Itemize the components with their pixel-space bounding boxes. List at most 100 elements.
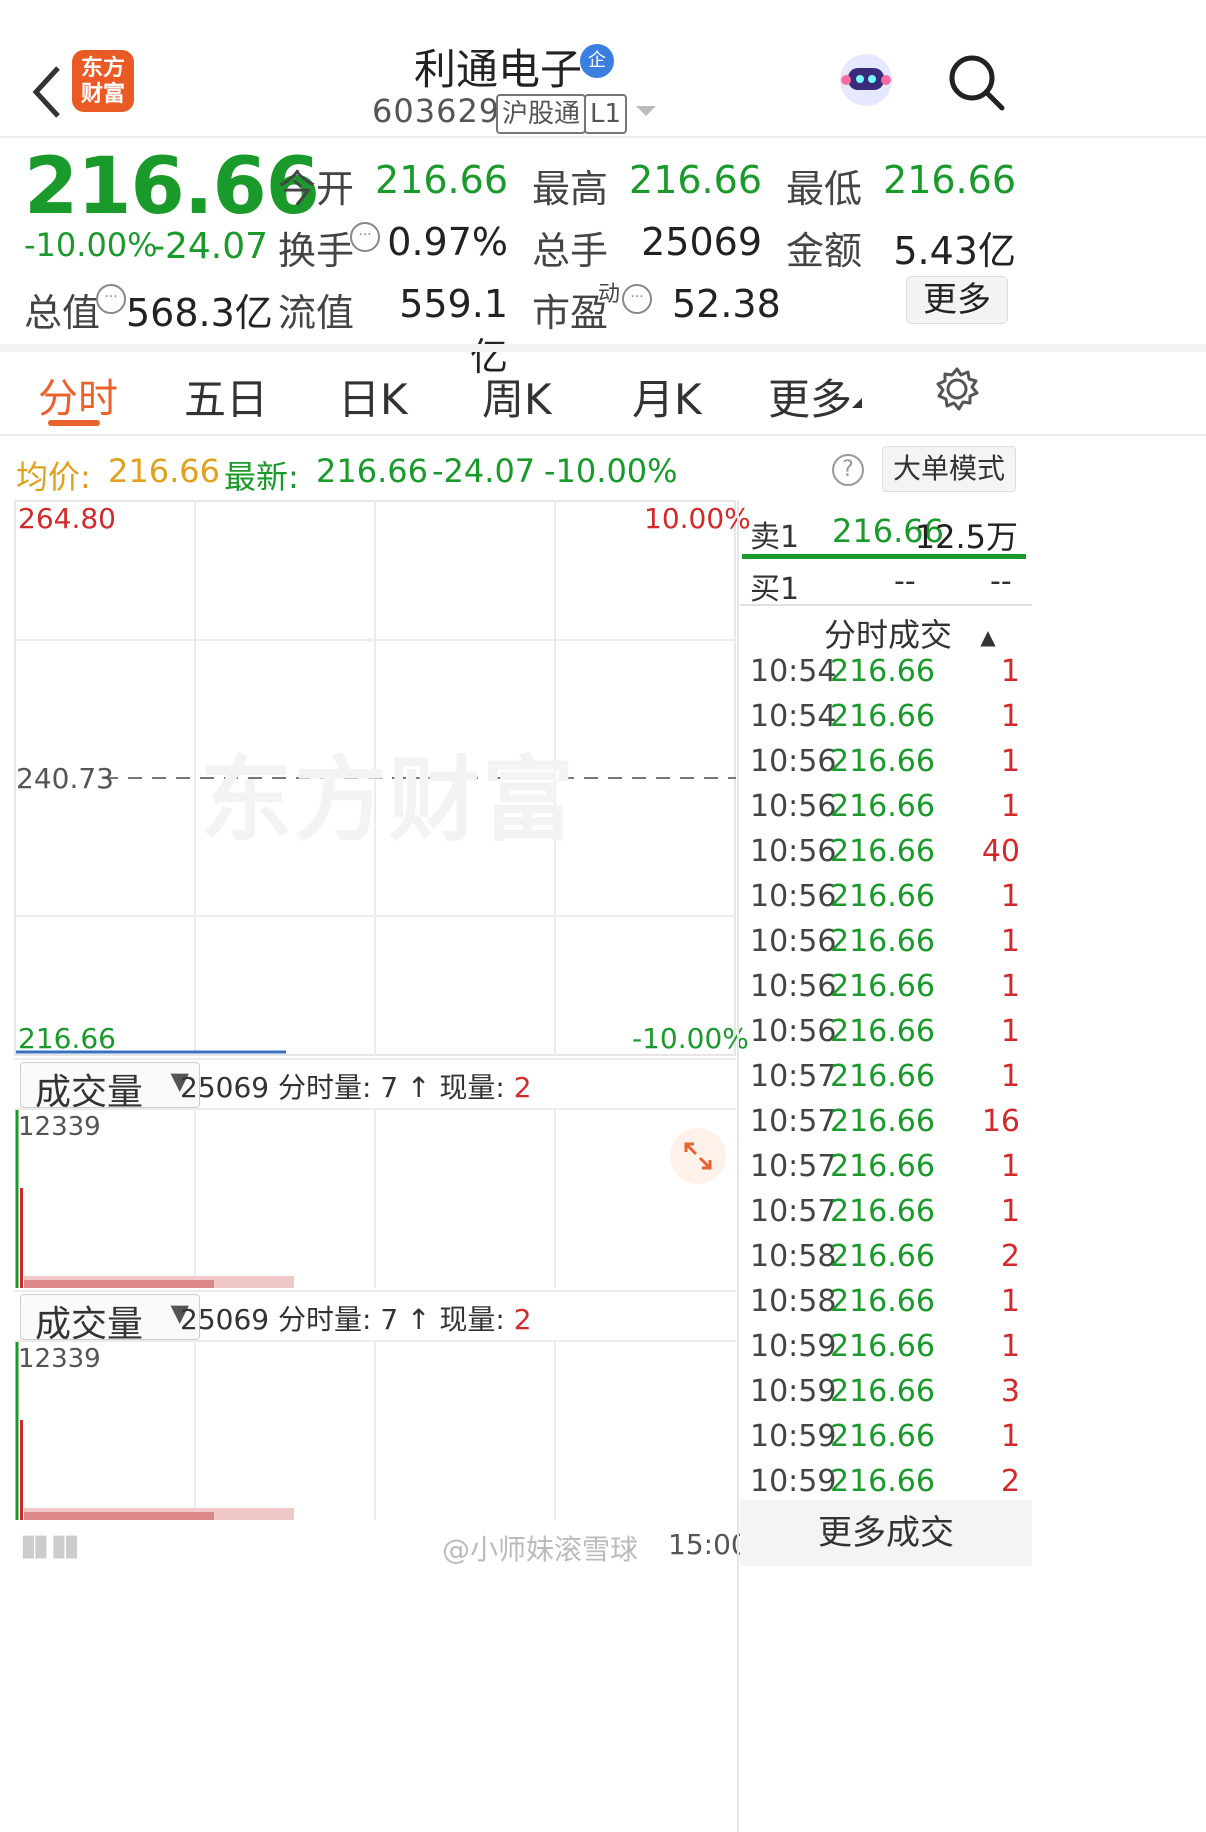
tab-five-day[interactable]: 五日 — [184, 366, 268, 427]
stock-code: 603629 — [372, 92, 501, 130]
trade-price: 216.66 — [830, 654, 935, 689]
label-pe: 市盈 — [532, 291, 609, 335]
tab-day-k[interactable]: 日K — [338, 366, 408, 427]
tag-hgt: 沪股通 — [496, 94, 587, 134]
more-quote-button[interactable]: 更多 — [906, 276, 1008, 324]
trade-price: 216.66 — [830, 1149, 935, 1184]
volume-chart-svg — [15, 1342, 556, 1520]
trade-price: 216.66 — [830, 1104, 935, 1139]
tab-week-k[interactable]: 周K — [482, 366, 552, 427]
trade-row: 10:59 216.66 2 — [750, 1464, 1020, 1504]
robot-assistant-icon[interactable] — [838, 50, 894, 110]
trade-time: 10:56 — [750, 924, 837, 959]
sell1-label: 卖1 — [750, 520, 800, 555]
trade-price: 216.66 — [830, 1374, 935, 1409]
trade-volume: 1 — [1000, 924, 1020, 959]
trade-time: 10:57 — [750, 1194, 837, 1229]
label-turnover: 换手 — [278, 229, 355, 273]
trade-volume: 1 — [1000, 1014, 1020, 1049]
trade-volume: 1 — [1000, 969, 1020, 1004]
code-dropdown-icon[interactable] — [636, 106, 656, 116]
latest-value: 216.66 — [316, 452, 428, 490]
trades-header[interactable]: 分时成交 ▲ — [824, 610, 996, 656]
stock-title: 利通电子 — [414, 36, 582, 94]
volume-selector[interactable]: 成交量 ▼ — [20, 1062, 200, 1113]
trade-time: 10:57 — [750, 1059, 837, 1094]
more-trades-button[interactable]: 更多成交 — [740, 1500, 1032, 1566]
volume-selector[interactable]: 成交量 ▼ — [20, 1294, 200, 1345]
trade-volume: 16 — [981, 1104, 1020, 1139]
change-percent: -10.00% — [24, 226, 158, 264]
trade-time: 10:56 — [750, 879, 837, 914]
volume-max-label: 12339 — [18, 1344, 101, 1374]
label-amount: 金额 — [786, 229, 863, 273]
avg-label: 均价: — [16, 458, 91, 496]
trade-price: 216.66 — [830, 789, 935, 824]
trade-time: 10:56 — [750, 1014, 837, 1049]
info-icon[interactable]: ··· — [350, 222, 380, 252]
trade-price: 216.66 — [830, 1284, 935, 1319]
value-low: 216.66 — [883, 158, 1016, 202]
value-turnover: 0.97% — [387, 220, 508, 264]
value-total-value: 568.3亿 — [126, 291, 273, 335]
trade-time: 10:56 — [750, 744, 837, 779]
latest-percent: -10.00% — [544, 452, 678, 490]
trade-price: 216.66 — [830, 1014, 935, 1049]
label-open: 今开 — [278, 167, 355, 211]
expand-chart-button[interactable] — [670, 1128, 726, 1184]
tab-more[interactable]: 更多 — [768, 366, 852, 427]
trade-time: 10:59 — [750, 1374, 837, 1409]
trade-price: 216.66 — [830, 834, 935, 869]
change-amount: -24.07 — [152, 226, 269, 267]
trade-row: 10:56 216.66 1 — [750, 789, 1020, 829]
minute-volume: 分时量: 7 — [277, 1303, 399, 1336]
expand-icon — [684, 1142, 712, 1170]
latest-label: 最新: — [224, 458, 299, 496]
trade-time: 10:57 — [750, 1104, 837, 1139]
volume-total: 25069 — [180, 1071, 270, 1104]
current-volume-value: 2 — [513, 1303, 532, 1336]
trade-time: 10:56 — [750, 969, 837, 1004]
pause-icon: ▮▮ ▮▮ — [20, 1528, 80, 1563]
help-icon[interactable]: ? — [832, 454, 864, 486]
info-icon[interactable]: ··· — [96, 284, 126, 314]
app-logo: 东方 财富 — [72, 50, 134, 112]
volume-chart[interactable] — [14, 1342, 736, 1520]
up-arrow-icon: ↑ — [407, 1071, 431, 1104]
trade-row: 10:59 216.66 1 — [750, 1329, 1020, 1369]
trade-volume: 2 — [1000, 1239, 1020, 1274]
label-volume: 总手 — [532, 229, 609, 273]
avg-value: 216.66 — [108, 452, 220, 490]
value-open: 216.66 — [375, 158, 508, 202]
y-axis-bottom: 216.66 — [18, 1022, 116, 1055]
stock-name: 利通电子 — [414, 45, 583, 94]
trade-price: 216.66 — [830, 744, 935, 779]
logo-text: 东方 — [80, 56, 125, 81]
trade-row: 10:58 216.66 1 — [750, 1284, 1020, 1324]
back-button[interactable] — [28, 62, 68, 122]
trade-row: 10:59 216.66 3 — [750, 1374, 1020, 1414]
search-icon — [949, 55, 1005, 111]
trade-time: 10:59 — [750, 1329, 837, 1364]
trade-row: 10:57 216.66 1 — [750, 1059, 1020, 1099]
trade-price: 216.66 — [830, 699, 935, 734]
trade-time: 10:58 — [750, 1239, 837, 1274]
search-button[interactable] — [946, 52, 1006, 112]
volume-chart[interactable] — [14, 1110, 736, 1288]
tag-level: L1 — [584, 94, 628, 134]
pct-axis-bottom: -10.00% — [632, 1022, 749, 1055]
label-float-value: 流值 — [278, 291, 355, 335]
trade-volume: 1 — [1000, 1329, 1020, 1364]
trade-time: 10:59 — [750, 1419, 837, 1454]
trade-volume: 1 — [1000, 789, 1020, 824]
trade-row: 10:56 216.66 40 — [750, 834, 1020, 874]
chart-settings-button[interactable] — [934, 366, 980, 412]
info-icon[interactable]: ··· — [622, 284, 652, 314]
tab-intraday[interactable]: 分时 — [38, 366, 118, 424]
current-volume-label: 现量: — [439, 1071, 505, 1104]
tab-month-k[interactable]: 月K — [632, 366, 702, 427]
big-order-mode-button[interactable]: 大单模式 — [882, 446, 1016, 492]
trade-volume: 1 — [1000, 1059, 1020, 1094]
trade-row: 10:59 216.66 1 — [750, 1419, 1020, 1459]
trade-volume: 40 — [981, 834, 1020, 869]
